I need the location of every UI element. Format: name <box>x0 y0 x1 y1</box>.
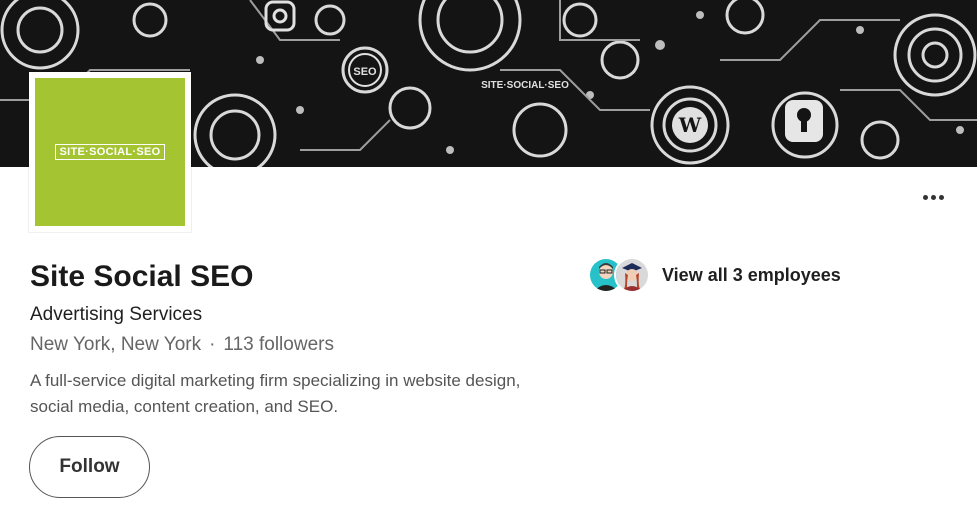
company-location: New York, New York <box>30 334 202 355</box>
company-name: Site Social SEO <box>30 260 254 293</box>
more-horizontal-icon-dot <box>922 194 928 200</box>
view-employees-link[interactable]: View all 3 employees <box>588 256 841 294</box>
meta-separator: · <box>209 334 216 355</box>
company-meta: New York, New York · 113 followers <box>30 334 334 356</box>
more-options-button[interactable] <box>919 185 947 209</box>
company-tagline: A full-service digital marketing firm sp… <box>30 371 521 416</box>
company-industry: Advertising Services <box>30 304 203 325</box>
company-logo-tile: SITE·SOCIAL·SEO <box>35 78 185 226</box>
view-employees-label: View all 3 employees <box>662 264 841 285</box>
follow-button[interactable]: Follow <box>29 436 150 498</box>
follower-count[interactable]: 113 followers <box>223 334 334 355</box>
more-horizontal-icon-dot <box>930 194 936 200</box>
employee-avatar <box>614 257 650 293</box>
more-horizontal-icon-dot <box>938 194 944 200</box>
banner-wordmark: SITE·SOCIAL·SEO <box>481 80 569 91</box>
company-logo-text: SITE·SOCIAL·SEO <box>55 144 165 160</box>
banner-seo-text: SEO <box>353 66 377 78</box>
svg-text:W: W <box>678 113 702 137</box>
company-logo: SITE·SOCIAL·SEO <box>29 72 191 232</box>
